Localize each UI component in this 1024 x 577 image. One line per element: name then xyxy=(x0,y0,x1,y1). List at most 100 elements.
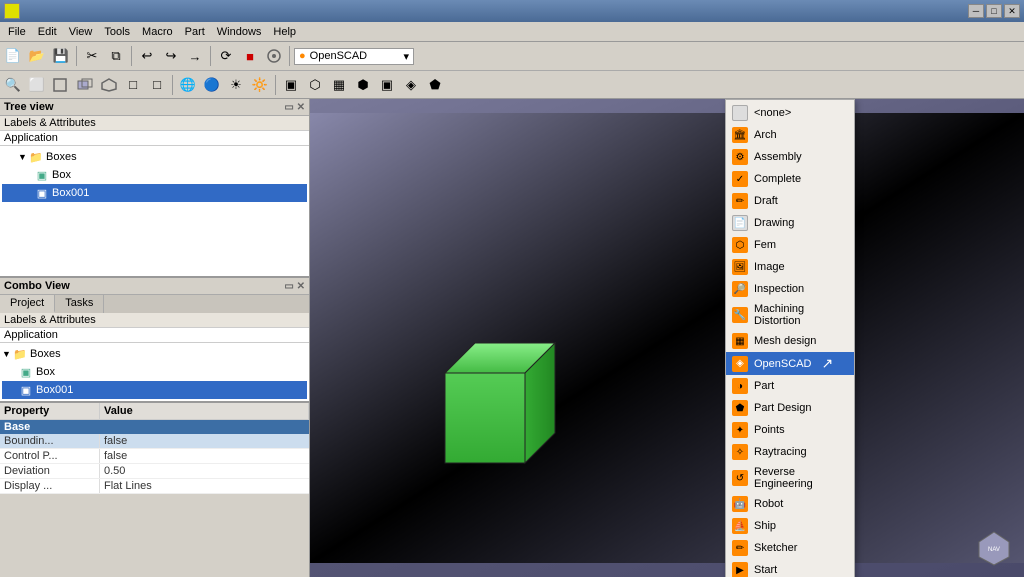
tb-extra6[interactable]: ◈ xyxy=(400,74,422,96)
workbench-dropdown[interactable]: <none> 🏛 Arch ⚙ Assembly ✓ Complete ✏ Dr… xyxy=(725,99,855,577)
viewport[interactable]: <none> 🏛 Arch ⚙ Assembly ✓ Complete ✏ Dr… xyxy=(310,99,1024,577)
props-row-deviation[interactable]: Deviation 0.50 xyxy=(0,464,309,479)
tb-refresh[interactable]: ⟳ xyxy=(215,45,237,67)
dropdown-item-points[interactable]: ✦ Points xyxy=(726,419,854,441)
tree-view-title: Tree view xyxy=(4,101,54,113)
tb-forward[interactable]: → xyxy=(184,45,206,67)
dropdown-item-none[interactable]: <none> xyxy=(726,102,854,124)
menu-view[interactable]: View xyxy=(63,24,99,40)
nav-cube[interactable]: NAV xyxy=(974,527,1014,567)
dropdown-item-part[interactable]: ◑ Part xyxy=(726,375,854,397)
tb-extra3[interactable]: ▦ xyxy=(328,74,350,96)
dropdown-item-complete[interactable]: ✓ Complete xyxy=(726,168,854,190)
tb-settings[interactable] xyxy=(263,45,285,67)
dropdown-item-reverse[interactable]: ↺ Reverse Engineering xyxy=(726,463,854,493)
tab-tasks[interactable]: Tasks xyxy=(55,295,104,313)
props-key: Boundin... xyxy=(0,434,100,448)
tb-view-right[interactable]: □ xyxy=(122,74,144,96)
tree-item-boxes[interactable]: ▼ 📁 Boxes xyxy=(2,148,307,166)
main-layout: Tree view ▭ ✕ Labels & Attributes Applic… xyxy=(0,99,1024,577)
openscad-icon: ◈ xyxy=(732,356,748,372)
dropdown-item-raytracing[interactable]: ✧ Raytracing xyxy=(726,441,854,463)
tb-globe2[interactable]: 🔵 xyxy=(201,74,223,96)
workbench-selector[interactable]: ● OpenSCAD ▾ xyxy=(294,48,414,65)
start-icon: ▶ xyxy=(732,562,748,577)
tb-extra1[interactable]: ▣ xyxy=(280,74,302,96)
dropdown-item-robot[interactable]: 🤖 Robot xyxy=(726,493,854,515)
props-scroll[interactable]: Boundin... false Control P... false Devi… xyxy=(0,434,309,494)
tree-item-box[interactable]: ▣ Box xyxy=(2,166,307,184)
combo-labels-section: Labels & Attributes xyxy=(0,313,309,328)
menu-windows[interactable]: Windows xyxy=(211,24,268,40)
tb-save[interactable]: 💾 xyxy=(50,45,72,67)
menu-part[interactable]: Part xyxy=(179,24,211,40)
tb-cut[interactable]: ✂ xyxy=(81,45,103,67)
maximize-button[interactable]: □ xyxy=(986,4,1002,18)
minimize-button[interactable]: ─ xyxy=(968,4,984,18)
dropdown-item-mesh[interactable]: ▦ Mesh design xyxy=(726,330,854,352)
dropdown-item-label: Draft xyxy=(754,195,778,207)
window-controls[interactable]: ─ □ ✕ xyxy=(968,4,1020,18)
props-row-control[interactable]: Control P... false xyxy=(0,449,309,464)
dropdown-item-assembly[interactable]: ⚙ Assembly xyxy=(726,146,854,168)
tb-render[interactable]: 🔆 xyxy=(249,74,271,96)
panel-controls[interactable]: ▭ ✕ xyxy=(284,102,305,113)
tb-view-front[interactable] xyxy=(50,74,72,96)
tb-extra4[interactable]: ⬢ xyxy=(352,74,374,96)
dropdown-item-sketcher[interactable]: ✏ Sketcher xyxy=(726,537,854,559)
menu-tools[interactable]: Tools xyxy=(98,24,136,40)
props-row-display[interactable]: Display ... Flat Lines xyxy=(0,479,309,494)
tb-open[interactable]: 📂 xyxy=(26,45,48,67)
combo-item-boxes[interactable]: ▼ 📁 Boxes xyxy=(2,345,307,363)
tb-redo[interactable]: ↪ xyxy=(160,45,182,67)
sep-t3 xyxy=(275,75,276,95)
props-row-bounding[interactable]: Boundin... false xyxy=(0,434,309,449)
dropdown-item-start[interactable]: ▶ Start xyxy=(726,559,854,577)
complete-icon: ✓ xyxy=(732,171,748,187)
close-button[interactable]: ✕ xyxy=(1004,4,1020,18)
tb-stop[interactable]: ■ xyxy=(239,45,261,67)
tb-view-box[interactable]: ⬜ xyxy=(26,74,48,96)
tb-copy[interactable]: ⧉ xyxy=(105,45,127,67)
combo-view-header: Combo View ▭ ✕ xyxy=(0,278,309,295)
tb-zoom[interactable]: 🔍 xyxy=(2,74,24,96)
tb-sun[interactable]: ☀ xyxy=(225,74,247,96)
tb-extra2[interactable]: ⬡ xyxy=(304,74,326,96)
menu-help[interactable]: Help xyxy=(267,24,302,40)
menu-file[interactable]: File xyxy=(2,24,32,40)
tree-app-section: Application xyxy=(0,131,309,146)
combo-item-box001[interactable]: ▣ Box001 xyxy=(2,381,307,399)
combo-controls[interactable]: ▭ ✕ xyxy=(284,281,305,292)
dropdown-item-arch[interactable]: 🏛 Arch xyxy=(726,124,854,146)
dropdown-item-openscad[interactable]: ◈ OpenSCAD ↗ xyxy=(726,352,854,375)
dropdown-item-label: Inspection xyxy=(754,283,804,295)
dropdown-item-fem[interactable]: ⬡ Fem xyxy=(726,234,854,256)
menu-edit[interactable]: Edit xyxy=(32,24,63,40)
combo-item-box[interactable]: ▣ Box xyxy=(2,363,307,381)
tb-extra7[interactable]: ⬟ xyxy=(424,74,446,96)
tb-new[interactable]: 📄 xyxy=(2,45,24,67)
tab-project[interactable]: Project xyxy=(0,295,55,313)
dropdown-item-label: Part xyxy=(754,380,774,392)
tree-item-label: Box xyxy=(36,366,55,378)
dropdown-item-label: Part Design xyxy=(754,402,811,414)
menu-macro[interactable]: Macro xyxy=(136,24,179,40)
dropdown-item-inspection[interactable]: 🔎 Inspection xyxy=(726,278,854,300)
ship-icon: ⛵ xyxy=(732,518,748,534)
dropdown-item-ship[interactable]: ⛵ Ship xyxy=(726,515,854,537)
dropdown-item-partdesign[interactable]: ⬟ Part Design xyxy=(726,397,854,419)
dropdown-item-drawing[interactable]: 📄 Drawing xyxy=(726,212,854,234)
tree-item-box001[interactable]: ▣ Box001 xyxy=(2,184,307,202)
combo-tabs: Project Tasks xyxy=(0,295,309,313)
tb-extra5[interactable]: ▣ xyxy=(376,74,398,96)
tb-view-top[interactable] xyxy=(74,74,96,96)
tb-view-iso[interactable] xyxy=(98,74,120,96)
tb-undo[interactable]: ↩ xyxy=(136,45,158,67)
dropdown-item-image[interactable]: 🖼 Image xyxy=(726,256,854,278)
tb-view-bottom[interactable]: □ xyxy=(146,74,168,96)
dropdown-item-draft[interactable]: ✏ Draft xyxy=(726,190,854,212)
tb-globe[interactable]: 🌐 xyxy=(177,74,199,96)
none-icon xyxy=(732,105,748,121)
sep-1 xyxy=(76,46,77,66)
dropdown-item-machining[interactable]: 🔧 Machining Distortion xyxy=(726,300,854,330)
